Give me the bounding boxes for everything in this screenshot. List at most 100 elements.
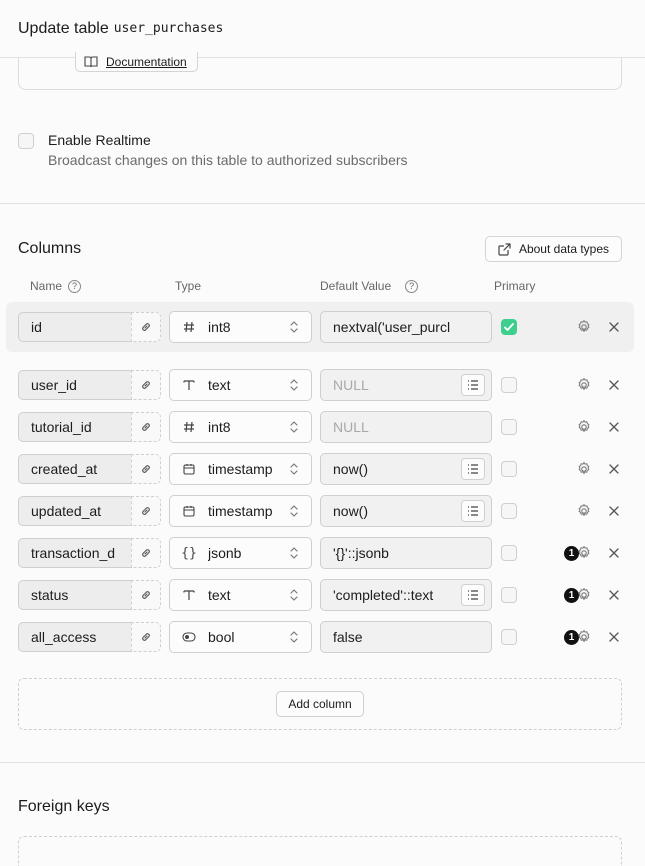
column-type-select[interactable]: bool bbox=[169, 621, 312, 653]
column-type-select[interactable]: text bbox=[169, 369, 312, 401]
primary-key-checkbox[interactable] bbox=[501, 419, 517, 435]
link-icon bbox=[140, 321, 152, 333]
column-name-input[interactable]: tutorial_id bbox=[18, 412, 132, 442]
link-icon bbox=[140, 463, 152, 475]
link-icon bbox=[140, 631, 152, 643]
column-type-select[interactable]: text bbox=[169, 579, 312, 611]
external-link-icon bbox=[498, 242, 511, 256]
column-name-input[interactable]: id bbox=[18, 312, 132, 342]
default-value-text: now() bbox=[333, 503, 369, 519]
column-type-value: timestamp bbox=[208, 503, 273, 519]
documentation-button[interactable]: Documentation bbox=[75, 52, 198, 72]
check-icon bbox=[502, 320, 516, 334]
header-name-label: Name bbox=[30, 279, 63, 293]
close-icon[interactable] bbox=[607, 546, 621, 560]
dialog-header: Update table user_purchases bbox=[0, 0, 645, 58]
column-type-select[interactable]: {} jsonb bbox=[169, 537, 312, 569]
default-value-input[interactable]: 'completed'::text bbox=[320, 579, 492, 611]
braces-icon: {} bbox=[181, 545, 197, 561]
primary-key-checkbox[interactable] bbox=[501, 545, 517, 561]
default-value-text: '{}'::jsonb bbox=[333, 545, 389, 561]
column-name-value: id bbox=[31, 319, 42, 335]
text-type-icon bbox=[170, 589, 208, 601]
column-type-value: text bbox=[208, 587, 231, 603]
gear-icon[interactable] bbox=[576, 503, 592, 519]
default-value-input[interactable]: nextval('user_purcl bbox=[320, 311, 492, 343]
suggestions-list-button[interactable] bbox=[461, 458, 485, 480]
default-value-input[interactable]: NULL bbox=[320, 369, 492, 401]
default-value-text: nextval('user_purcl bbox=[333, 319, 451, 335]
default-value-input[interactable]: now() bbox=[320, 495, 492, 527]
hash-icon bbox=[170, 321, 208, 333]
close-icon[interactable] bbox=[607, 462, 621, 476]
close-icon[interactable] bbox=[607, 378, 621, 392]
default-value-input[interactable]: '{}'::jsonb bbox=[320, 537, 492, 569]
column-type-select[interactable]: timestamp bbox=[169, 453, 312, 485]
column-type-select[interactable]: int8 bbox=[169, 411, 312, 443]
foreign-key-link-button[interactable] bbox=[131, 496, 161, 526]
realtime-description: Broadcast changes on this table to autho… bbox=[48, 152, 408, 168]
default-value-input[interactable]: false bbox=[320, 621, 492, 653]
chevron-updown-icon bbox=[289, 588, 299, 605]
foreign-key-link-button[interactable] bbox=[131, 370, 161, 400]
close-icon[interactable] bbox=[607, 588, 621, 602]
foreign-key-link-button[interactable] bbox=[131, 412, 161, 442]
suggestions-list-button[interactable] bbox=[461, 584, 485, 606]
column-name-input[interactable]: user_id bbox=[18, 370, 132, 400]
column-name-input[interactable]: transaction_d bbox=[18, 538, 132, 568]
suggestions-list-button[interactable] bbox=[461, 500, 485, 522]
primary-key-checkbox[interactable] bbox=[501, 587, 517, 603]
about-data-types-button[interactable]: About data types bbox=[485, 236, 622, 262]
primary-key-checkbox[interactable] bbox=[501, 377, 517, 393]
primary-key-checkbox[interactable] bbox=[501, 503, 517, 519]
default-value-text: false bbox=[333, 629, 363, 645]
add-column-button[interactable]: Add column bbox=[276, 691, 364, 717]
settings-count-badge: 1 bbox=[564, 630, 579, 645]
foreign-keys-box bbox=[18, 836, 622, 866]
column-type-value: timestamp bbox=[208, 461, 273, 477]
toggle-icon bbox=[170, 632, 208, 642]
foreign-key-link-button[interactable] bbox=[131, 622, 161, 652]
foreign-key-link-button[interactable] bbox=[131, 580, 161, 610]
column-name-input[interactable]: updated_at bbox=[18, 496, 132, 526]
column-header-name: Name ? bbox=[30, 279, 82, 293]
link-icon bbox=[140, 589, 152, 601]
close-icon[interactable] bbox=[607, 504, 621, 518]
close-icon[interactable] bbox=[607, 320, 621, 334]
close-icon[interactable] bbox=[607, 630, 621, 644]
foreign-key-link-button[interactable] bbox=[131, 454, 161, 484]
chevron-updown-icon bbox=[289, 378, 299, 395]
foreign-key-link-button[interactable] bbox=[131, 538, 161, 568]
gear-icon[interactable] bbox=[576, 377, 592, 393]
help-icon[interactable]: ? bbox=[405, 279, 419, 293]
primary-key-checkbox[interactable] bbox=[501, 461, 517, 477]
primary-key-checkbox[interactable] bbox=[501, 319, 517, 335]
column-name-value: status bbox=[31, 587, 69, 603]
realtime-checkbox[interactable] bbox=[18, 133, 34, 149]
chevron-updown-icon bbox=[289, 420, 299, 437]
link-icon bbox=[140, 421, 152, 433]
close-icon[interactable] bbox=[607, 420, 621, 434]
gear-icon[interactable] bbox=[576, 419, 592, 435]
header-primary-label: Primary bbox=[494, 279, 536, 293]
foreign-key-link-button[interactable] bbox=[131, 312, 161, 342]
default-value-input[interactable]: NULL bbox=[320, 411, 492, 443]
help-icon[interactable]: ? bbox=[68, 279, 82, 293]
realtime-label: Enable Realtime bbox=[48, 132, 151, 148]
gear-icon[interactable] bbox=[576, 461, 592, 477]
column-type-select[interactable]: int8 bbox=[169, 311, 312, 343]
default-value-text: NULL bbox=[333, 377, 369, 393]
column-name-input[interactable]: status bbox=[18, 580, 132, 610]
column-type-select[interactable]: timestamp bbox=[169, 495, 312, 527]
column-name-input[interactable]: all_access bbox=[18, 622, 132, 652]
about-data-types-label: About data types bbox=[518, 242, 610, 256]
link-icon bbox=[140, 505, 152, 517]
column-name-input[interactable]: created_at bbox=[18, 454, 132, 484]
list-icon bbox=[467, 590, 479, 600]
primary-key-checkbox[interactable] bbox=[501, 629, 517, 645]
link-icon bbox=[140, 379, 152, 391]
header-default-label: Default Value bbox=[320, 279, 392, 293]
default-value-input[interactable]: now() bbox=[320, 453, 492, 485]
suggestions-list-button[interactable] bbox=[461, 374, 485, 396]
gear-icon[interactable] bbox=[576, 319, 592, 335]
